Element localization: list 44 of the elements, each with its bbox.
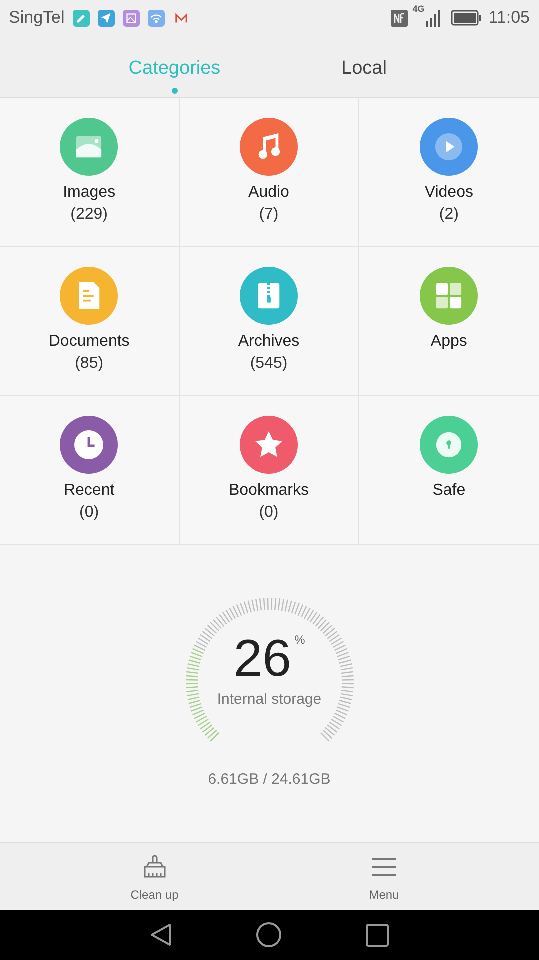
toolbar-label: Clean up (130, 887, 179, 904)
storage-usage: 6.61GB / 24.61GB (208, 770, 331, 790)
signal-icon (424, 9, 441, 27)
category-tile[interactable]: Bookmarks (0) (180, 396, 360, 545)
category-count: (85) (75, 354, 104, 374)
battery-icon (450, 10, 482, 26)
category-label: Audio (248, 183, 290, 203)
brush-icon (142, 853, 168, 881)
category-tile[interactable]: Safe (359, 396, 539, 545)
category-tile[interactable]: Archives (545) (180, 247, 360, 396)
category-count: (2) (439, 205, 459, 225)
percent-sign: % (294, 632, 306, 649)
category-label: Archives (238, 332, 300, 352)
category-label: Bookmarks (228, 481, 309, 501)
category-count: (545) (250, 354, 288, 374)
category-tile[interactable]: Videos (2) (359, 98, 539, 247)
back-icon[interactable] (150, 923, 172, 947)
category-tile[interactable]: Audio (7) (180, 98, 360, 247)
storage-label: Internal storage (217, 690, 322, 710)
category-count: (0) (80, 503, 100, 523)
category-tile[interactable]: Documents (85) (0, 247, 180, 396)
category-count: (0) (259, 503, 279, 523)
category-label: Apps (430, 332, 468, 352)
category-tile[interactable]: Images (229) (0, 98, 180, 247)
category-label: Documents (48, 332, 130, 352)
toolbar-button[interactable]: Clean up (40, 843, 270, 910)
home-icon[interactable] (256, 922, 282, 948)
category-count: (229) (70, 205, 108, 225)
network-type: 4G (412, 5, 425, 14)
nfc-icon (390, 10, 408, 26)
recents-icon[interactable] (366, 924, 389, 946)
category-tile[interactable]: Apps (359, 247, 539, 396)
toolbar-button[interactable]: Menu (270, 843, 499, 910)
carrier-name: SingTel (9, 7, 65, 30)
tab[interactable]: Local (270, 36, 459, 97)
category-label: Recent (64, 481, 115, 501)
storage-percent: 26 (234, 631, 292, 687)
category-label: Images (63, 183, 116, 203)
category-count: (7) (259, 205, 279, 225)
category-tile[interactable]: Recent (0) (0, 396, 180, 545)
category-label: Videos (424, 183, 474, 203)
category-label: Safe (432, 481, 466, 501)
toolbar-label: Menu (369, 887, 400, 904)
clock-time: 11:05 (488, 7, 530, 30)
